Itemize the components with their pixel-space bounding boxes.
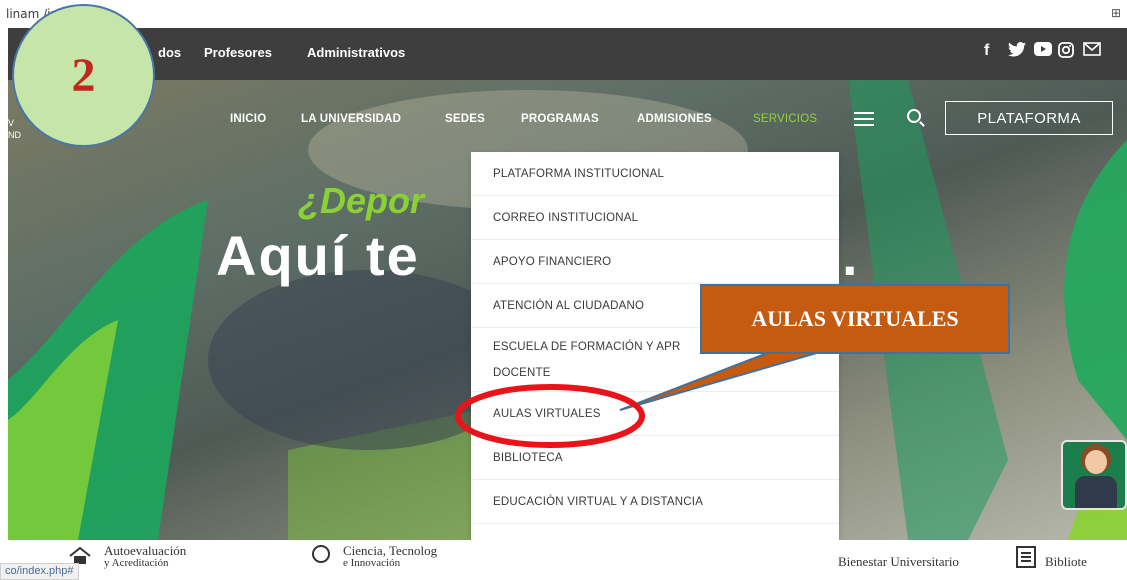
callout-text: AULAS VIRTUALES [751, 306, 959, 331]
callout-pointer [619, 351, 821, 411]
callout-box: AULAS VIRTUALES [700, 284, 1010, 354]
step-number: 2 [71, 49, 96, 102]
highlight-ellipse [455, 384, 645, 448]
step-number-circle: 2 [12, 4, 155, 147]
